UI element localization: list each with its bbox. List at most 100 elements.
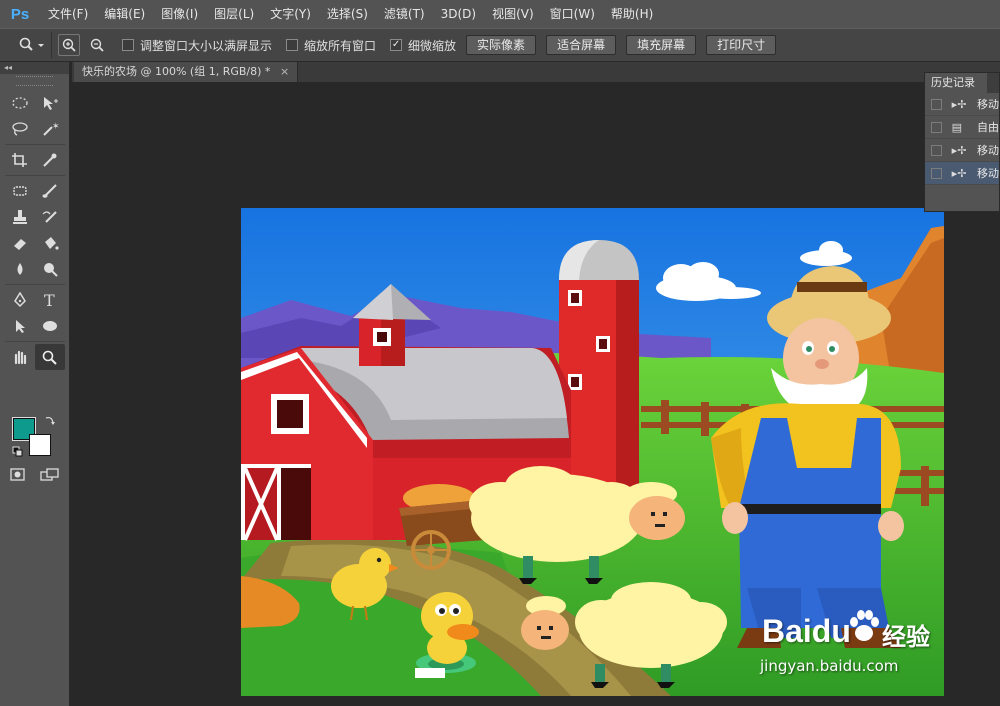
menu-help[interactable]: 帮助(H) — [603, 0, 661, 28]
history-tab[interactable]: 历史记录 — [925, 73, 987, 93]
dodge-icon — [44, 263, 58, 277]
history-brush-tool[interactable] — [35, 204, 65, 230]
document-tab-title: 快乐的农场 @ 100% (组 1, RGB/8) * — [82, 65, 271, 78]
scrubby-zoom-checkbox[interactable]: ✓ 细微缩放 — [390, 37, 456, 54]
close-icon[interactable]: × — [280, 65, 289, 78]
paint-bucket-tool[interactable] — [35, 230, 65, 256]
brush-tool[interactable] — [35, 178, 65, 204]
history-item[interactable]: ▸✢ 移动 — [925, 139, 999, 162]
menu-filter[interactable]: 滤镜(T) — [376, 0, 433, 28]
document-tab[interactable]: 快乐的农场 @ 100% (组 1, RGB/8) * × — [74, 62, 299, 82]
menu-select[interactable]: 选择(S) — [319, 0, 376, 28]
actual-pixels-button[interactable]: 实际像素 — [466, 35, 537, 55]
print-size-button[interactable]: 打印尺寸 — [706, 35, 777, 55]
fit-screen-button[interactable]: 适合屏幕 — [546, 35, 617, 55]
options-bar: 调整窗口大小以满屏显示 缩放所有窗口 ✓ 细微缩放 实际像素 适合屏幕 填充屏幕… — [0, 28, 1000, 62]
menu-image[interactable]: 图像(I) — [153, 0, 206, 28]
magic-wand-icon: ✶ — [43, 122, 59, 136]
dodge-tool[interactable] — [35, 256, 65, 282]
eraser-icon — [14, 239, 26, 250]
panel-grip[interactable] — [16, 76, 53, 86]
clone-stamp-tool[interactable] — [5, 204, 35, 230]
checkbox-box[interactable] — [286, 39, 299, 51]
zoom-in-icon — [62, 38, 76, 52]
history-snapshot-box[interactable] — [931, 167, 942, 179]
ellipse-tool[interactable] — [35, 313, 65, 339]
fill-screen-button[interactable]: 填充屏幕 — [626, 35, 697, 55]
menu-3d[interactable]: 3D(D) — [433, 0, 484, 28]
hand-icon — [14, 350, 27, 365]
zoom-all-windows-checkbox[interactable]: 缩放所有窗口 — [286, 37, 376, 54]
move-tool-icon: ▸✢ — [951, 143, 967, 157]
default-colors-icon[interactable] — [12, 446, 24, 458]
screen-mode-icon[interactable] — [40, 468, 60, 482]
zoom-tool-icon — [19, 37, 44, 51]
paw-icon — [850, 610, 879, 641]
menu-bar: Ps 文件(F) 编辑(E) 图像(I) 图层(L) 文字(Y) 选择(S) 滤… — [0, 0, 1000, 28]
paint-bucket-icon — [45, 237, 59, 250]
history-item[interactable]: ▤ 自由 — [925, 116, 999, 139]
healing-brush-tool[interactable] — [5, 178, 35, 204]
history-panel-header: 历史记录 — [925, 73, 999, 93]
resize-windows-checkbox[interactable]: 调整窗口大小以满屏显示 — [122, 37, 272, 54]
droplet-icon — [17, 263, 23, 275]
zoom-tool[interactable] — [35, 344, 65, 370]
checkbox-box-checked[interactable]: ✓ — [390, 39, 403, 51]
eraser-tool[interactable] — [5, 230, 35, 256]
svg-text:T: T — [44, 292, 55, 308]
bandage-icon — [13, 186, 27, 196]
document-tab-bar: 快乐的农场 @ 100% (组 1, RGB/8) * × — [72, 62, 1000, 82]
eyedropper-icon — [43, 153, 57, 167]
zoom-tool-icon — [42, 350, 57, 365]
marquee-tool[interactable] — [5, 90, 35, 116]
photoshop-window: Ps 文件(F) 编辑(E) 图像(I) 图层(L) 文字(Y) 选择(S) 滤… — [0, 0, 1000, 706]
blur-tool[interactable] — [5, 256, 35, 282]
pen-tool[interactable] — [5, 287, 35, 313]
elliptical-marquee-icon — [12, 97, 28, 109]
hand-tool[interactable] — [5, 344, 35, 370]
ellipse-shape-icon — [43, 321, 57, 331]
type-icon: T — [44, 292, 55, 308]
history-brush-icon — [42, 211, 57, 223]
svg-text:✶: ✶ — [52, 122, 59, 132]
type-tool[interactable]: T — [35, 287, 65, 313]
checkbox-box[interactable] — [122, 39, 134, 51]
tool-preset-picker[interactable] — [12, 32, 52, 58]
history-snapshot-box[interactable] — [931, 121, 942, 133]
zoom-in-button[interactable] — [58, 34, 80, 56]
history-item-selected[interactable]: ▸✢ 移动 — [925, 162, 999, 185]
checkbox-label: 调整窗口大小以满屏显示 — [140, 38, 273, 53]
zoom-out-icon — [90, 38, 104, 52]
menu-edit[interactable]: 编辑(E) — [96, 0, 153, 28]
path-selection-icon — [16, 320, 25, 333]
menu-file[interactable]: 文件(F) — [40, 0, 96, 28]
swap-colors-icon[interactable] — [44, 414, 56, 426]
lasso-tool[interactable] — [5, 116, 35, 142]
history-item-label: 移动 — [977, 167, 999, 180]
background-color-swatch[interactable] — [29, 434, 51, 456]
magic-wand-tool[interactable]: ✶ — [35, 116, 65, 142]
move-tool[interactable] — [35, 90, 65, 116]
history-snapshot-box[interactable] — [931, 144, 942, 156]
menu-layer[interactable]: 图层(L) — [206, 0, 262, 28]
menu-window[interactable]: 窗口(W) — [542, 0, 603, 28]
checkbox-label: 细微缩放 — [408, 38, 457, 53]
menu-type[interactable]: 文字(Y) — [262, 0, 319, 28]
watermark-url: jingyan.baidu.com — [760, 657, 899, 675]
eyedropper-tool[interactable] — [35, 147, 65, 173]
menu-view[interactable]: 视图(V) — [484, 0, 542, 28]
history-item[interactable]: ▸✢ 移动 — [925, 93, 999, 116]
path-selection-tool[interactable] — [5, 313, 35, 339]
zoom-out-button[interactable] — [86, 34, 108, 56]
watermark-cn: 经验 — [882, 623, 930, 651]
watermark-brand: Baidu — [762, 613, 851, 649]
crop-tool[interactable] — [5, 147, 35, 173]
document-icon: ▤ — [951, 120, 963, 134]
history-item-label: 移动 — [977, 144, 999, 157]
tools-panel: ◂◂ ✶ T — [0, 62, 70, 706]
history-item-label: 自由 — [977, 121, 999, 134]
quick-mask-icon[interactable] — [10, 468, 26, 482]
history-snapshot-box[interactable] — [931, 98, 942, 110]
stamp-icon — [13, 210, 27, 224]
panel-collapse-icon[interactable]: ◂◂ — [0, 62, 69, 74]
